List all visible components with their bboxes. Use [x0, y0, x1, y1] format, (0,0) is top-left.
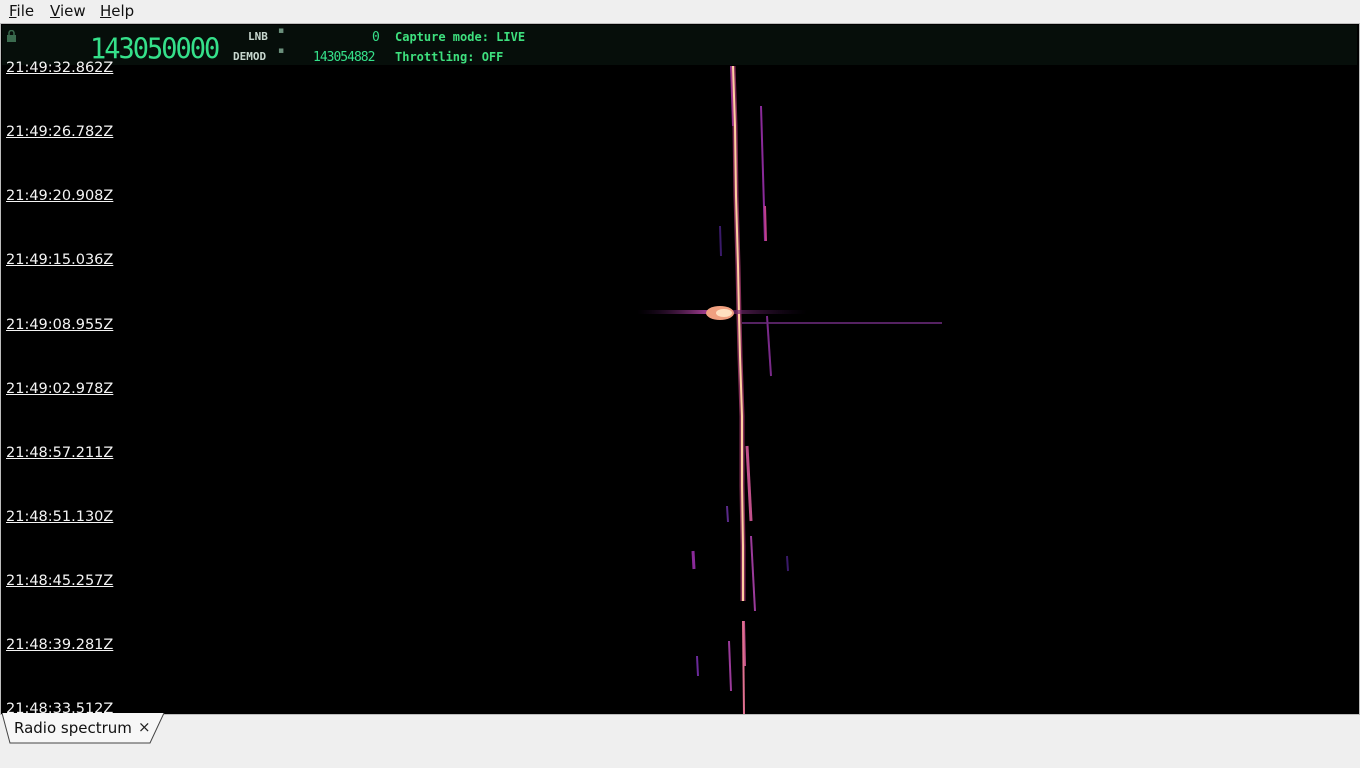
lnb-frequency-display[interactable]: 0	[372, 30, 380, 45]
menu-view-label: View	[50, 2, 86, 20]
signal-trace	[719, 225, 722, 257]
lnb-lock-icon[interactable]: ▪	[278, 26, 284, 36]
signal-trace	[750, 535, 756, 612]
waterfall-timestamp[interactable]: 21:49:15.036Z	[6, 252, 113, 268]
waterfall-timestamp[interactable]: 21:49:02.978Z	[6, 381, 113, 397]
waterfall-timestamp[interactable]: 21:48:57.211Z	[6, 445, 113, 461]
signal-trace	[745, 445, 753, 522]
menu-help[interactable]: Help	[100, 2, 134, 20]
waterfall-timestamp[interactable]: 21:49:26.782Z	[6, 124, 113, 140]
demod-lock-icon[interactable]: ▪	[278, 46, 284, 56]
signal-trace	[728, 640, 732, 692]
demod-label: DEMOD	[233, 50, 267, 63]
waterfall-plot	[637, 66, 942, 714]
throttling-text: Throttling: OFF	[395, 50, 504, 64]
tab-radio-spectrum[interactable]: Radio spectrum ×	[2, 713, 165, 744]
signal-trace	[742, 620, 745, 714]
lnb-label: LNB	[248, 30, 268, 43]
signal-trace	[760, 105, 766, 242]
menu-file[interactable]: File	[9, 2, 34, 20]
waterfall-timestamp[interactable]: 21:48:39.281Z	[6, 637, 113, 653]
demod-frequency-display[interactable]: 143054882	[313, 50, 375, 65]
waterfall-display[interactable]: 21:49:32.862Z 21:49:26.782Z 21:49:20.908…	[2, 60, 1357, 714]
signal-trace	[726, 505, 729, 523]
menu-bar: File View Help	[0, 0, 1360, 22]
spectrum-frame: 143050000 LNB ▪ 0 DEMOD ▪ 143054882 Capt…	[0, 23, 1360, 715]
signal-burst	[716, 309, 732, 317]
lock-icon[interactable]	[6, 30, 17, 42]
menu-help-label: Help	[100, 2, 135, 20]
signal-trace	[696, 655, 699, 677]
status-bar: 143050000 LNB ▪ 0 DEMOD ▪ 143054882 Capt…	[2, 25, 1357, 66]
waterfall-timestamp[interactable]: 21:49:20.908Z	[6, 188, 113, 204]
waterfall-timestamp[interactable]: 21:49:32.862Z	[6, 60, 113, 76]
signal-trace	[766, 315, 772, 377]
signal-trace	[764, 205, 767, 242]
signal-trace	[786, 555, 789, 572]
waterfall-timestamp[interactable]: 21:49:08.955Z	[6, 317, 113, 333]
menu-file-label: File	[9, 2, 35, 20]
tab-label: Radio spectrum	[14, 719, 132, 737]
waterfall-timestamp[interactable]: 21:48:51.130Z	[6, 509, 113, 525]
waterfall-timestamp[interactable]: 21:48:45.257Z	[6, 573, 113, 589]
menu-view[interactable]: View	[50, 2, 86, 20]
capture-mode-text: Capture mode: LIVE	[395, 30, 526, 44]
signal-burst	[742, 322, 942, 324]
signal-trace	[691, 550, 696, 570]
tab-close-icon[interactable]: ×	[138, 718, 151, 736]
